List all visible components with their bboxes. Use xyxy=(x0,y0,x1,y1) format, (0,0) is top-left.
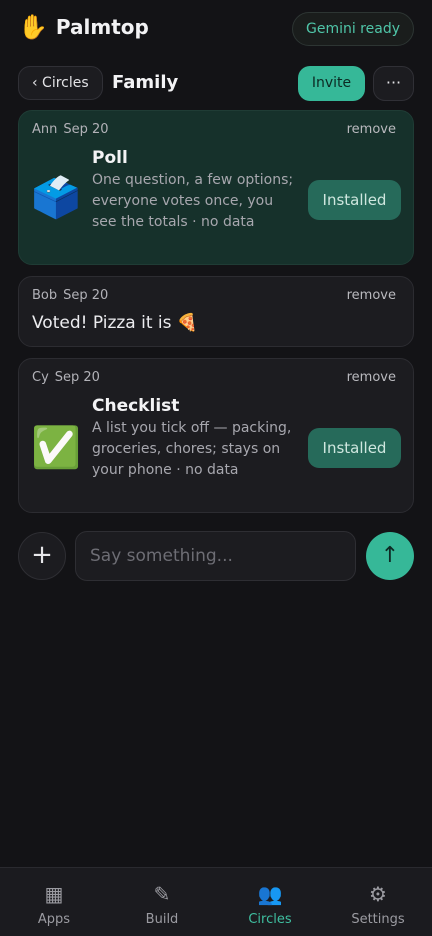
people-icon: 👥 xyxy=(257,882,283,906)
remove-message-link[interactable]: remove xyxy=(347,370,396,386)
nav-label: Build xyxy=(145,912,179,927)
installed-button[interactable]: Installed xyxy=(308,180,401,220)
installed-button[interactable]: Installed xyxy=(308,428,401,468)
text-message: Bob Sep 20 remove Voted! Pizza it is 🍕 xyxy=(18,276,414,347)
shared-app-message: Ann Sep 20 remove 🗳️ Poll One question, a… xyxy=(18,110,414,265)
gear-icon: ⚙ xyxy=(369,882,387,906)
message-sender: Cy xyxy=(32,370,49,385)
message-date: Sep 20 xyxy=(63,122,109,137)
hand-icon: ✋ xyxy=(18,13,48,41)
brand-name: Palmtop xyxy=(55,15,149,39)
plus-icon: + xyxy=(31,540,53,570)
back-to-circles-button[interactable]: ‹ Circles xyxy=(18,66,103,100)
message-sender: Bob xyxy=(32,288,58,303)
app-name: Poll xyxy=(92,148,128,168)
shared-app-message: Cy Sep 20 remove ✅ Checklist A list you t… xyxy=(18,358,414,513)
ballot-box-icon: 🗳️ xyxy=(31,175,81,221)
top-bar: ✋ Palmtop Gemini ready xyxy=(0,0,432,56)
nav-label: Circles xyxy=(248,912,292,927)
nav-label: Settings xyxy=(351,912,405,927)
bottom-nav: ▦ Apps ✎ Build 👥 Circles ⚙ Settings xyxy=(0,867,432,936)
message-composer: + ↑ xyxy=(0,531,432,583)
grid-icon: ▦ xyxy=(44,882,64,906)
invite-button[interactable]: Invite xyxy=(298,66,365,101)
message-input[interactable] xyxy=(75,531,356,581)
message-text: Voted! Pizza it is 🍕 xyxy=(32,313,199,333)
app-name: Checklist xyxy=(92,396,180,416)
circle-header: ‹ Circles Family Invite ··· xyxy=(0,66,432,102)
check-mark-icon: ✅ xyxy=(31,425,81,471)
brand: ✋ Palmtop xyxy=(18,12,149,42)
message-meta: Ann Sep 20 xyxy=(32,122,109,138)
message-meta: Bob Sep 20 xyxy=(32,288,108,304)
message-sender: Ann xyxy=(32,122,58,137)
arrow-up-icon: ↑ xyxy=(380,543,400,568)
send-button[interactable]: ↑ xyxy=(366,532,414,580)
add-attachment-button[interactable]: + xyxy=(18,532,66,580)
message-date: Sep 20 xyxy=(63,288,109,303)
nav-item-apps[interactable]: ▦ Apps xyxy=(0,868,108,936)
model-status-badge: Gemini ready xyxy=(291,12,414,46)
nav-label: Apps xyxy=(37,912,71,927)
more-options-button[interactable]: ··· xyxy=(373,66,414,101)
nav-item-settings[interactable]: ⚙ Settings xyxy=(324,868,432,936)
nav-item-build[interactable]: ✎ Build xyxy=(108,868,216,936)
message-date: Sep 20 xyxy=(54,370,100,385)
remove-message-link[interactable]: remove xyxy=(347,122,396,138)
app-description: One question, a few options; everyone vo… xyxy=(92,172,294,230)
app-description: A list you tick off — packing, groceries… xyxy=(92,420,292,478)
remove-message-link[interactable]: remove xyxy=(347,288,396,304)
circle-title: Family xyxy=(112,72,179,93)
pencil-icon: ✎ xyxy=(153,882,171,906)
message-meta: Cy Sep 20 xyxy=(32,370,100,386)
nav-item-circles[interactable]: 👥 Circles xyxy=(216,868,324,936)
